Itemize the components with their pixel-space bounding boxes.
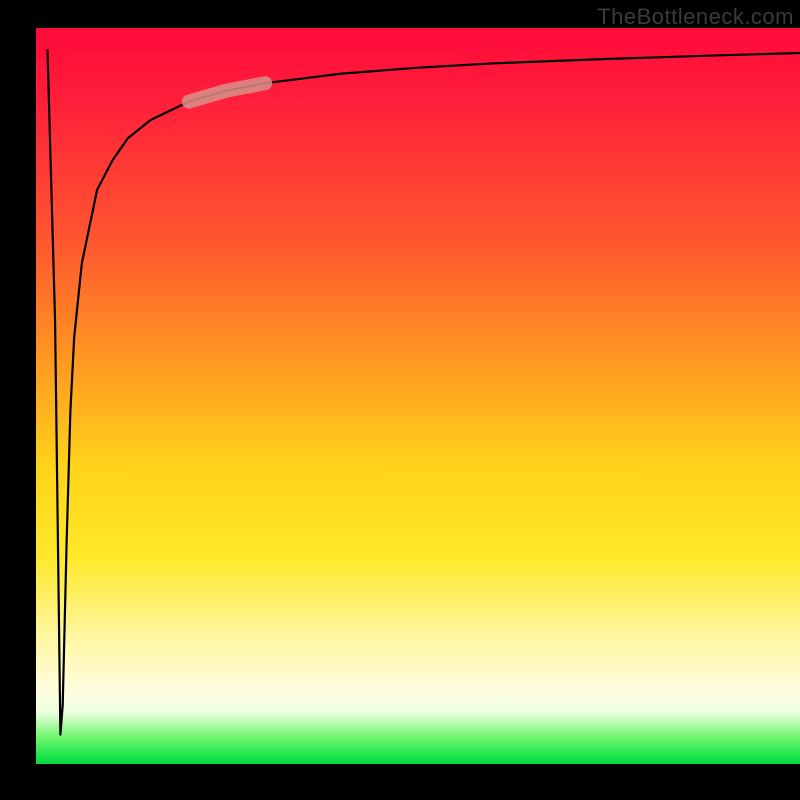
chart-frame: TheBottleneck.com xyxy=(0,0,800,800)
watermark-label: TheBottleneck.com xyxy=(597,4,794,30)
plot-area xyxy=(36,28,800,764)
